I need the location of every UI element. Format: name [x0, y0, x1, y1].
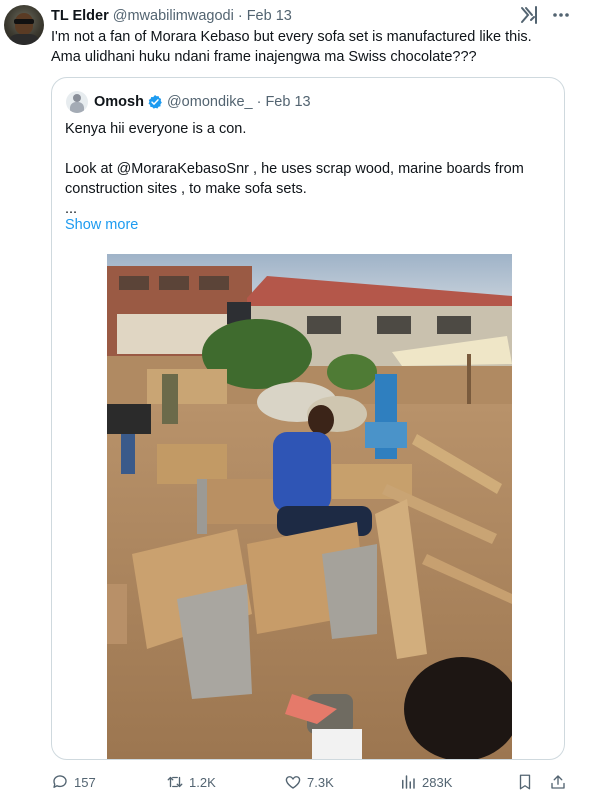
more-options-icon[interactable]	[549, 4, 573, 26]
author-handle[interactable]: @mwabilimwagodi	[113, 8, 234, 24]
quote-author-avatar[interactable]	[66, 91, 88, 113]
views-button[interactable]: 283K	[399, 770, 452, 794]
quote-text-line: construction sites , to make sofa sets.	[65, 181, 307, 197]
repost-icon	[167, 776, 183, 788]
views-count: 283K	[422, 774, 453, 790]
bookmark-button[interactable]	[516, 770, 539, 794]
tweet-header: TL Elder @mwabilimwagodi · Feb 13	[51, 7, 292, 25]
repost-count: 1.2K	[189, 774, 216, 790]
verified-badge-icon	[147, 94, 163, 110]
reply-count: 157	[74, 774, 96, 790]
reply-button[interactable]: 157	[51, 770, 96, 794]
quote-author-handle[interactable]: @omondike_	[167, 94, 253, 110]
quote-author-name[interactable]: Omosh	[94, 94, 144, 110]
separator-dot: ·	[256, 94, 262, 110]
like-button[interactable]: 7.3K	[284, 770, 334, 794]
quote-text-line	[65, 139, 555, 159]
quote-text-line: Kenya hii everyone is a con.	[65, 121, 247, 137]
heart-icon	[285, 776, 301, 789]
tweet-date[interactable]: Feb 13	[247, 8, 292, 24]
action-bar: 157 1.2K 7.3K 283K	[0, 770, 597, 794]
quote-text-line: Look at @MoraraKebasoSnr , he uses scrap…	[65, 161, 524, 177]
separator-dot: ·	[237, 8, 243, 24]
author-avatar[interactable]	[4, 5, 44, 45]
tweet: TL Elder @mwabilimwagodi · Feb 13 I'm no…	[0, 0, 597, 800]
grok-icon[interactable]	[519, 4, 541, 26]
share-button[interactable]	[549, 770, 572, 794]
analytics-icon	[402, 775, 415, 789]
workshop-photo[interactable]	[107, 254, 512, 759]
quote-text-line: ...	[65, 201, 78, 217]
quote-date[interactable]: Feb 13	[265, 94, 310, 110]
share-icon	[551, 775, 565, 789]
show-more-link[interactable]: Show more	[65, 217, 138, 233]
like-count: 7.3K	[307, 774, 334, 790]
quoted-tweet[interactable]: Omosh @omondike_ · Feb 13 Kenya hii ever…	[51, 77, 565, 760]
tweet-text-line: Ama ulidhani huku ndani frame inajengwa …	[51, 49, 477, 65]
author-name[interactable]: TL Elder	[51, 8, 109, 24]
reply-icon	[53, 775, 67, 788]
tweet-text-line: I'm not a fan of Morara Kebaso but every…	[51, 29, 532, 45]
bookmark-icon	[519, 774, 531, 790]
tweet-text: I'm not a fan of Morara Kebaso but every…	[51, 27, 581, 67]
quote-text: Kenya hii everyone is a con. Look at @Mo…	[65, 119, 555, 219]
repost-button[interactable]: 1.2K	[166, 770, 216, 794]
quote-header: Omosh @omondike_ · Feb 13	[94, 93, 311, 111]
